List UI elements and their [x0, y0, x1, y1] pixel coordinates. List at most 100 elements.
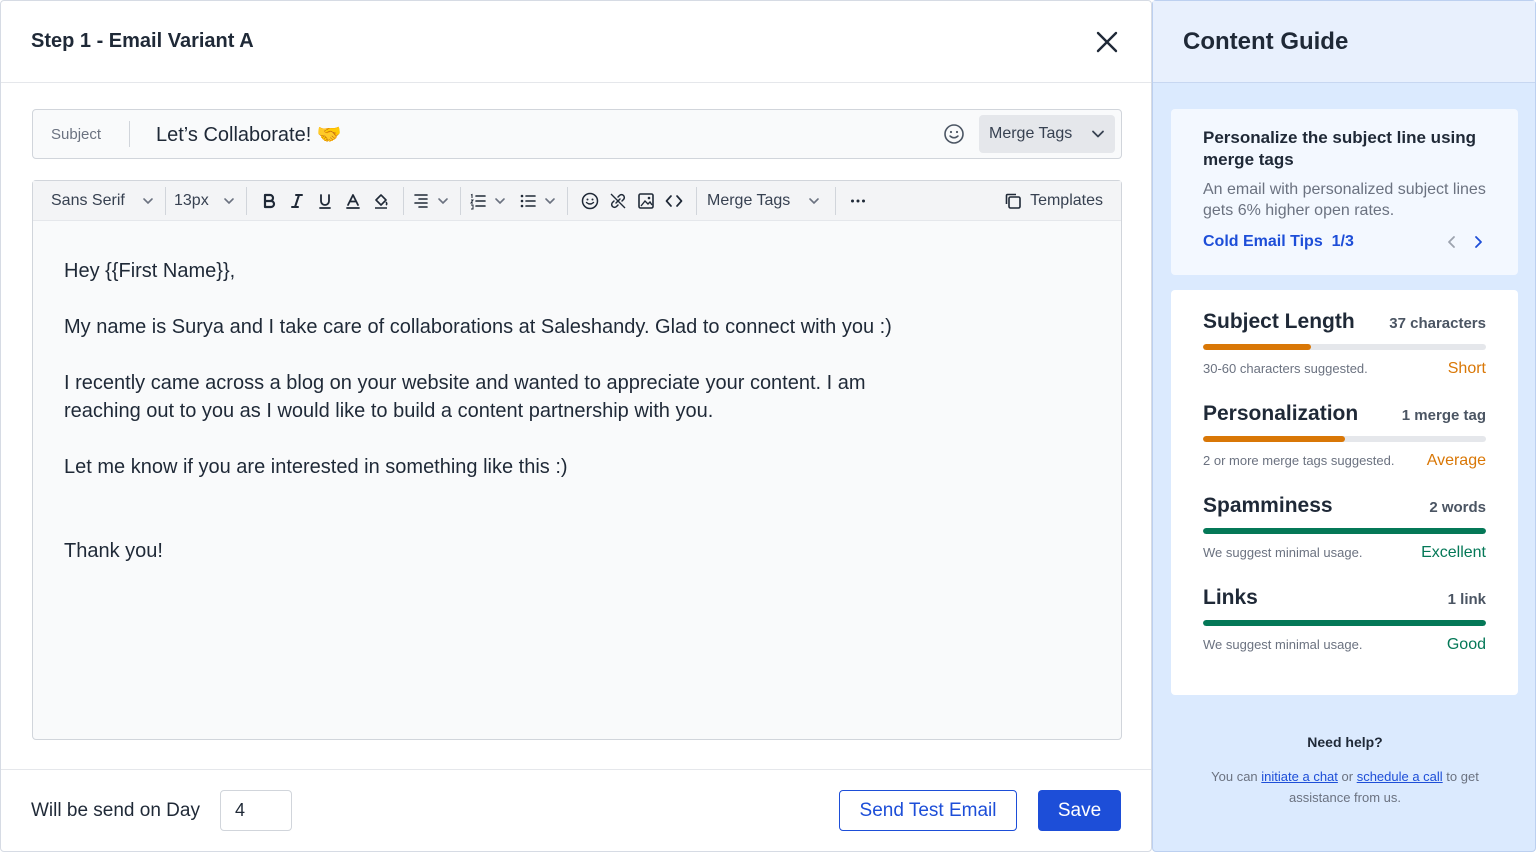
- font-family-value: Sans Serif: [51, 191, 125, 209]
- content-guide-panel: Content Guide Personalize the subject li…: [1152, 0, 1536, 852]
- chevron-down-icon: [545, 197, 555, 204]
- templates-label: Templates: [1030, 191, 1103, 209]
- emoji-button[interactable]: [576, 187, 604, 215]
- toolbar-divider: [460, 186, 461, 215]
- metric-progress-track: [1203, 344, 1486, 350]
- metric-progress-bar: [1203, 528, 1486, 534]
- send-test-email-button[interactable]: Send Test Email: [839, 790, 1017, 831]
- unlink-icon: [610, 193, 626, 208]
- chevron-left-icon[interactable]: [1444, 234, 1460, 250]
- emoji-icon: [581, 192, 599, 209]
- highlight-icon: [375, 193, 388, 209]
- metric-name: Subject Length: [1203, 310, 1355, 333]
- email-editor-modal: Step 1 - Email Variant A Subject Let’s C…: [0, 0, 1152, 852]
- underline-button[interactable]: [311, 187, 339, 215]
- merge-tags-label: Merge Tags: [707, 191, 791, 209]
- italic-button[interactable]: [283, 187, 311, 215]
- subject-field: Subject Let’s Collaborate! 🤝 Merge Tags: [32, 109, 1122, 159]
- align-dropdown[interactable]: [412, 192, 452, 210]
- subject-label: Subject: [51, 125, 102, 143]
- metric-subject-length: Subject Length 37 characters 30-60 charac…: [1203, 310, 1486, 378]
- modal-header: Step 1 - Email Variant A: [1, 1, 1151, 83]
- tip-footer: Cold Email Tips 1/3: [1203, 233, 1486, 251]
- metric-count: 1 link: [1447, 591, 1486, 608]
- code-view-button[interactable]: [660, 187, 688, 215]
- tip-pagination: [1444, 234, 1486, 250]
- metric-links: Links 1 link We suggest minimal usage. Goo…: [1203, 586, 1486, 654]
- chevron-down-icon: [224, 197, 234, 204]
- cold-email-tips-link[interactable]: Cold Email Tips 1/3: [1203, 233, 1354, 251]
- font-size-dropdown[interactable]: 13px: [174, 192, 238, 210]
- italic-icon: [291, 193, 303, 208]
- metric-progress-bar: [1203, 436, 1345, 442]
- metric-progress-track: [1203, 436, 1486, 442]
- templates-button[interactable]: Templates: [1004, 192, 1115, 210]
- metric-rating: Average: [1426, 452, 1486, 469]
- close-button[interactable]: [1093, 28, 1121, 56]
- toolbar-divider: [567, 186, 568, 215]
- help-text: You can initiate a chat or schedule a ca…: [1153, 766, 1536, 808]
- bold-button[interactable]: [255, 187, 283, 215]
- merge-tags-label: Merge Tags: [989, 125, 1073, 142]
- help-text-prefix: You can: [1211, 769, 1262, 784]
- underline-icon: [319, 193, 331, 209]
- initiate-chat-link[interactable]: initiate a chat: [1261, 769, 1338, 784]
- toolbar-divider: [165, 186, 166, 215]
- copy-icon: [1005, 193, 1021, 209]
- bold-icon: [263, 193, 276, 208]
- chevron-down-icon: [495, 197, 505, 204]
- subject-input[interactable]: Let’s Collaborate! 🤝: [130, 122, 943, 147]
- metric-progress-bar: [1203, 620, 1486, 626]
- font-family-dropdown[interactable]: Sans Serif: [51, 192, 157, 210]
- toolbar-merge-tags-dropdown[interactable]: Merge Tags: [707, 192, 823, 210]
- more-horizontal-icon: [851, 199, 865, 202]
- metric-hint: 2 or more merge tags suggested.: [1203, 453, 1395, 468]
- metric-rating: Short: [1447, 360, 1486, 377]
- toolbar-divider: [835, 186, 836, 215]
- email-paragraph: I recently came across a blog on your we…: [64, 369, 1090, 425]
- email-paragraph-line: I recently came across a blog on your we…: [64, 372, 866, 394]
- bullet-list-icon: [520, 194, 536, 207]
- metric-count: 37 characters: [1389, 315, 1486, 332]
- chevron-down-icon: [438, 197, 448, 204]
- email-greeting: Hey {{First Name}},: [64, 260, 236, 282]
- metric-progress-track: [1203, 528, 1486, 534]
- schedule-call-link[interactable]: schedule a call: [1357, 769, 1443, 784]
- metric-hint: We suggest minimal usage.: [1203, 637, 1363, 652]
- font-size-value: 13px: [174, 191, 209, 209]
- send-day-label: Will be send on Day: [31, 799, 200, 821]
- send-day-input[interactable]: [219, 790, 292, 831]
- email-body-content[interactable]: Hey {{First Name}}, My name is Surya and…: [33, 221, 1121, 629]
- metric-rating: Good: [1446, 636, 1486, 653]
- chevron-right-icon[interactable]: [1470, 234, 1486, 250]
- chevron-down-icon: [143, 197, 153, 204]
- text-color-icon: [346, 193, 360, 209]
- align-right-icon: [414, 193, 428, 208]
- metric-spamminess: Spamminess 2 words We suggest minimal usa…: [1203, 494, 1486, 562]
- toolbar-divider: [403, 186, 404, 215]
- help-section: Need help? You can initiate a chat or sc…: [1153, 734, 1536, 808]
- email-paragraph: Let me know if you are interested in som…: [64, 456, 568, 478]
- code-icon: [665, 194, 683, 207]
- email-paragraph: My name is Surya and I take care of coll…: [64, 316, 892, 338]
- emoji-icon[interactable]: [943, 123, 965, 145]
- editor-toolbar: Sans Serif 13px Merge Tags Templates: [33, 181, 1121, 221]
- save-button[interactable]: Save: [1038, 790, 1121, 831]
- bullet-list-dropdown[interactable]: [519, 192, 559, 210]
- insert-image-button[interactable]: [632, 187, 660, 215]
- metric-count: 1 merge tag: [1401, 407, 1486, 424]
- unlink-button[interactable]: [604, 187, 632, 215]
- tip-description: An email with personalized subject lines…: [1203, 181, 1486, 219]
- highlight-button[interactable]: [367, 187, 395, 215]
- text-color-button[interactable]: [339, 187, 367, 215]
- subject-merge-tags-dropdown[interactable]: Merge Tags: [979, 115, 1115, 153]
- ordered-list-dropdown[interactable]: [469, 192, 509, 210]
- help-title: Need help?: [1307, 734, 1383, 750]
- metric-count: 2 words: [1429, 499, 1486, 516]
- close-icon: [1096, 31, 1118, 52]
- email-paragraph-line: reaching out to you as I would like to b…: [64, 400, 714, 422]
- chevron-down-icon: [809, 197, 819, 204]
- metric-progress-bar: [1203, 344, 1311, 350]
- metric-name: Links: [1203, 586, 1258, 609]
- more-options-button[interactable]: [844, 187, 872, 215]
